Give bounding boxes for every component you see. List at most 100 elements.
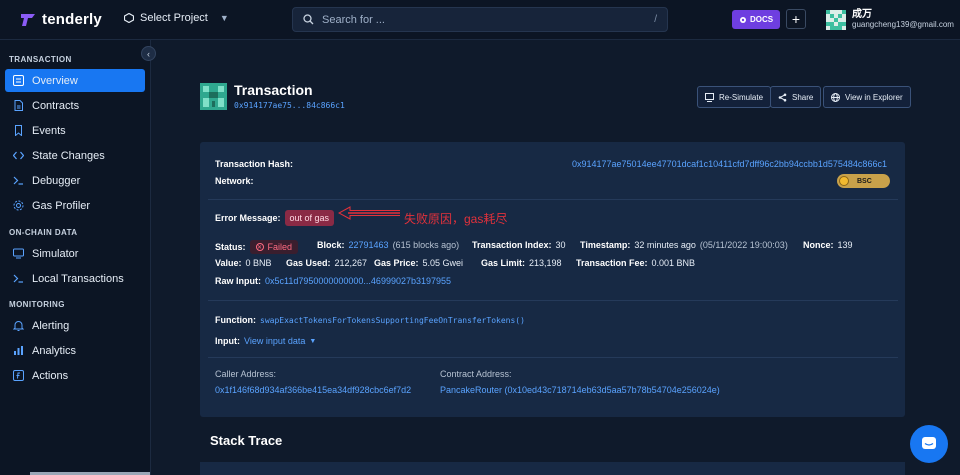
project-label: Select Project <box>140 12 208 24</box>
timestamp-label: Timestamp: <box>580 240 631 250</box>
sidebar-item-gas-profiler[interactable]: Gas Profiler <box>5 194 145 217</box>
share-label: Share <box>792 92 814 102</box>
user-name: 成万 <box>852 9 872 20</box>
sidebar-item-local-transactions[interactable]: Local Transactions <box>5 267 145 290</box>
chat-icon <box>922 437 936 449</box>
block-row: Block: 22791463 (615 blocks ago) <box>317 240 459 250</box>
timestamp-value: 32 minutes ago <box>634 240 696 250</box>
sidebar-item-analytics[interactable]: Analytics <box>5 339 145 362</box>
terminal-icon <box>12 273 24 285</box>
code-icon <box>12 150 24 162</box>
sidebar-item-simulator[interactable]: Simulator <box>5 242 145 265</box>
sidebar-item-overview[interactable]: Overview <box>5 69 145 92</box>
raw-input-label: Raw Input: <box>215 276 261 286</box>
add-button[interactable]: + <box>786 9 806 29</box>
caller-label-row: Caller Address: <box>215 369 276 379</box>
divider <box>208 300 898 301</box>
contract-address-link[interactable]: PancakeRouter (0x10ed43c718714eb63d5aa57… <box>440 385 720 395</box>
sidebar-item-state-changes[interactable]: State Changes <box>5 144 145 167</box>
network-badge: BSC <box>837 174 890 188</box>
sidebar-item-alerting[interactable]: Alerting <box>5 314 145 337</box>
divider <box>208 199 898 200</box>
sidebar-item-label: Events <box>32 124 66 137</box>
status-row: Status: ✕ Failed <box>215 240 299 254</box>
chevron-down-icon[interactable]: ▼ <box>309 338 316 345</box>
sidebar-item-label: Overview <box>32 74 78 87</box>
sidebar-item-label: Actions <box>32 369 69 382</box>
block-note: (615 blocks ago) <box>392 240 460 250</box>
caller-value-row: 0x1f146f68d934af366be415ea34df928cbc6ef7… <box>215 385 411 395</box>
tx-index-value: 30 <box>555 240 566 250</box>
gas-limit-label: Gas Limit: <box>481 258 526 268</box>
sidebar-item-label: Gas Profiler <box>32 199 91 212</box>
sidebar-item-debugger[interactable]: Debugger <box>5 169 145 192</box>
stack-trace-title: Stack Trace <box>210 433 283 448</box>
function-row: Function: swapExactTokensForTokensSuppor… <box>215 315 525 325</box>
sidebar-item-label: Contracts <box>32 99 80 112</box>
section-title-transaction: TRANSACTION <box>9 55 72 64</box>
block-number-link[interactable]: 22791463 <box>349 240 389 250</box>
list-icon <box>12 75 24 87</box>
globe-icon <box>831 92 840 102</box>
brand-name: tenderly <box>42 11 102 28</box>
project-selector[interactable]: Select Project ▼ <box>124 12 229 24</box>
sidebar-item-label: Local Transactions <box>32 272 124 285</box>
sidebar-item-label: State Changes <box>32 149 105 162</box>
transaction-short-hash[interactable]: 0x914177ae75...84c866c1 <box>234 101 345 110</box>
input-row: Input: View input data ▼ <box>215 336 316 346</box>
value-label: Value: <box>215 258 242 268</box>
view-in-explorer-button[interactable]: View in Explorer <box>823 86 911 108</box>
view-input-data-link[interactable]: View input data <box>244 336 305 346</box>
gas-limit-value: 213,198 <box>529 258 562 268</box>
gas-used-value: 212,267 <box>334 258 368 268</box>
fee-row: Transaction Fee: 0.001 BNB <box>576 258 695 268</box>
docs-label: DOCS <box>749 15 774 24</box>
hash-label: Transaction Hash: <box>215 159 294 169</box>
gas-price-label: Gas Price: <box>374 258 419 268</box>
gas-price-value: 5.05 Gwei <box>422 258 464 268</box>
section-title-monitoring: MONITORING <box>9 300 65 309</box>
tx-index-label: Transaction Index: <box>472 240 552 250</box>
fee-value: 0.001 BNB <box>651 258 696 268</box>
docs-icon <box>739 16 746 23</box>
chat-support-button[interactable] <box>910 425 948 463</box>
status-label: Status: <box>215 242 246 252</box>
sidebar-item-contracts[interactable]: Contracts <box>5 94 145 117</box>
x-circle-icon: ✕ <box>255 243 264 251</box>
section-title-on-chain-data: ON-CHAIN DATA <box>9 228 78 237</box>
hash-value-row: 0x914177ae75014ee47701dcaf1c10411cfd7dff… <box>572 159 887 169</box>
status-badge: ✕ Failed <box>249 240 299 254</box>
network-label: Network: <box>215 176 254 186</box>
function-icon <box>12 370 24 382</box>
contract-label: Contract Address: <box>440 369 512 379</box>
raw-input-value[interactable]: 0x5c11d7950000000000...46999027b3197955 <box>265 276 451 286</box>
brand-logo[interactable]: tenderly <box>20 11 102 28</box>
sidebar-item-events[interactable]: Events <box>5 119 145 142</box>
value-row: Value: 0 BNB <box>215 258 272 268</box>
sidebar-item-actions[interactable]: Actions <box>5 364 145 387</box>
caller-address-link[interactable]: 0x1f146f68d934af366be415ea34df928cbc6ef7… <box>215 385 411 395</box>
share-button[interactable]: Share <box>770 86 822 108</box>
error-message-badge: out of gas <box>284 210 335 226</box>
user-email: guangcheng139@gmail.com <box>852 20 954 29</box>
re-simulate-button[interactable]: Re-Simulate <box>697 86 772 108</box>
transaction-hash-link[interactable]: 0x914177ae75014ee47701dcaf1c10411cfd7dff… <box>572 159 887 169</box>
fee-label: Transaction Fee: <box>576 258 648 268</box>
status-value: Failed <box>267 242 293 252</box>
gas-used-row: Gas Used: 212,267 <box>286 258 367 268</box>
search-input[interactable] <box>322 13 655 26</box>
bookmark-icon <box>12 125 24 137</box>
user-menu[interactable]: 成万 guangcheng139@gmail.com <box>826 9 954 30</box>
value-value: 0 BNB <box>245 258 272 268</box>
nonce-label: Nonce: <box>803 240 834 250</box>
search-bar[interactable]: / <box>292 7 668 32</box>
timestamp-row: Timestamp: 32 minutes ago (05/11/2022 19… <box>580 240 788 250</box>
search-icon <box>303 14 314 25</box>
network-value: BSC <box>857 177 872 185</box>
function-value[interactable]: swapExactTokensForTokensSupportingFeeOnT… <box>260 316 525 325</box>
docs-button[interactable]: DOCS <box>732 10 780 29</box>
bnb-coin-icon <box>839 176 849 186</box>
collapse-sidebar-button[interactable]: ‹ <box>141 46 156 61</box>
error-row: Error Message: out of gas <box>215 210 335 226</box>
contract-value-row: PancakeRouter (0x10ed43c718714eb63d5aa57… <box>440 385 720 395</box>
